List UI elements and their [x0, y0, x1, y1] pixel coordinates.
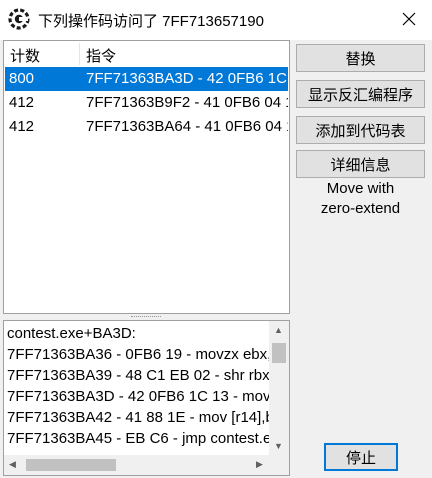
instruction-description: zero-extend [320, 200, 401, 217]
list-row[interactable]: 412 7FF71363BA64 - 41 0FB6 04 10 - movzx… [5, 115, 288, 139]
window-title: 下列操作码访问了 7FF713657190 [38, 13, 264, 30]
disassembly-view[interactable]: contest.exe+BA3D: 7FF71363BA36 - 0FB6 19… [3, 320, 290, 476]
row-instruction: 7FF71363B9F2 - 41 0FB6 04 11 - movzx eax [86, 94, 288, 111]
close-button[interactable] [394, 6, 424, 32]
scroll-up-icon[interactable]: ▲ [274, 325, 283, 335]
scroll-right-icon[interactable]: ▶ [256, 459, 263, 470]
column-header-instruction[interactable]: 指令 [86, 45, 116, 66]
disassembly-line: 7FF71363BA42 - 41 88 1E - mov [r14],bl [7, 409, 278, 426]
disassembly-line: 7FF71363BA39 - 48 C1 EB 02 - shr rbx,02 [7, 367, 290, 384]
row-instruction: 7FF71363BA64 - 41 0FB6 04 10 - movzx eax [86, 118, 288, 135]
column-divider[interactable] [79, 43, 80, 65]
row-instruction: 7FF71363BA3D - 42 0FB6 1C 13 - movzx ebx [86, 70, 288, 87]
show-disassembler-button[interactable]: 显示反汇编程序 [296, 80, 425, 108]
close-icon [402, 12, 416, 26]
instruction-list[interactable]: 计数 指令 800 7FF71363BA3D - 42 0FB6 1C 13 -… [3, 40, 290, 314]
row-count: 800 [9, 70, 35, 87]
add-to-codelist-button[interactable]: 添加到代码表 [296, 116, 425, 144]
details-button[interactable]: 详细信息 [296, 150, 425, 178]
row-count: 412 [9, 94, 35, 111]
list-row[interactable]: 800 7FF71363BA3D - 42 0FB6 1C 13 - movzx… [5, 67, 288, 91]
horizontal-scroll-thumb[interactable] [26, 459, 116, 471]
list-header: 计数 指令 [4, 41, 289, 67]
disassembly-line: 7FF71363BA36 - 0FB6 19 - movzx ebx,byte … [7, 346, 289, 363]
vertical-scroll-thumb[interactable] [272, 343, 286, 363]
scroll-down-icon[interactable]: ▼ [274, 441, 283, 451]
column-header-count[interactable]: 计数 [10, 45, 40, 66]
scroll-left-icon[interactable]: ◀ [9, 459, 16, 470]
vertical-scrollbar[interactable]: ▲ ▼ [269, 321, 289, 455]
grip-dots [131, 316, 161, 318]
disassembly-line: contest.exe+BA3D: [7, 325, 136, 342]
title-bar: 下列操作码访问了 7FF713657190 [0, 0, 432, 40]
scrollbar-corner [269, 455, 289, 475]
disassembly-line: 7FF71363BA3D - 42 0FB6 1C 13 - movzx ebx… [7, 388, 289, 405]
disassembly-line: 7FF71363BA45 - EB C6 - jmp contest.exe+B… [7, 430, 289, 447]
row-count: 412 [9, 118, 35, 135]
list-row[interactable]: 412 7FF71363B9F2 - 41 0FB6 04 11 - movzx… [5, 91, 288, 115]
replace-button[interactable]: 替换 [296, 44, 425, 72]
stop-button[interactable]: 停止 [324, 443, 398, 471]
horizontal-scrollbar[interactable]: ◀ ▶ [4, 455, 289, 475]
instruction-description: Move with [326, 180, 395, 197]
cheat-engine-icon [8, 8, 30, 30]
